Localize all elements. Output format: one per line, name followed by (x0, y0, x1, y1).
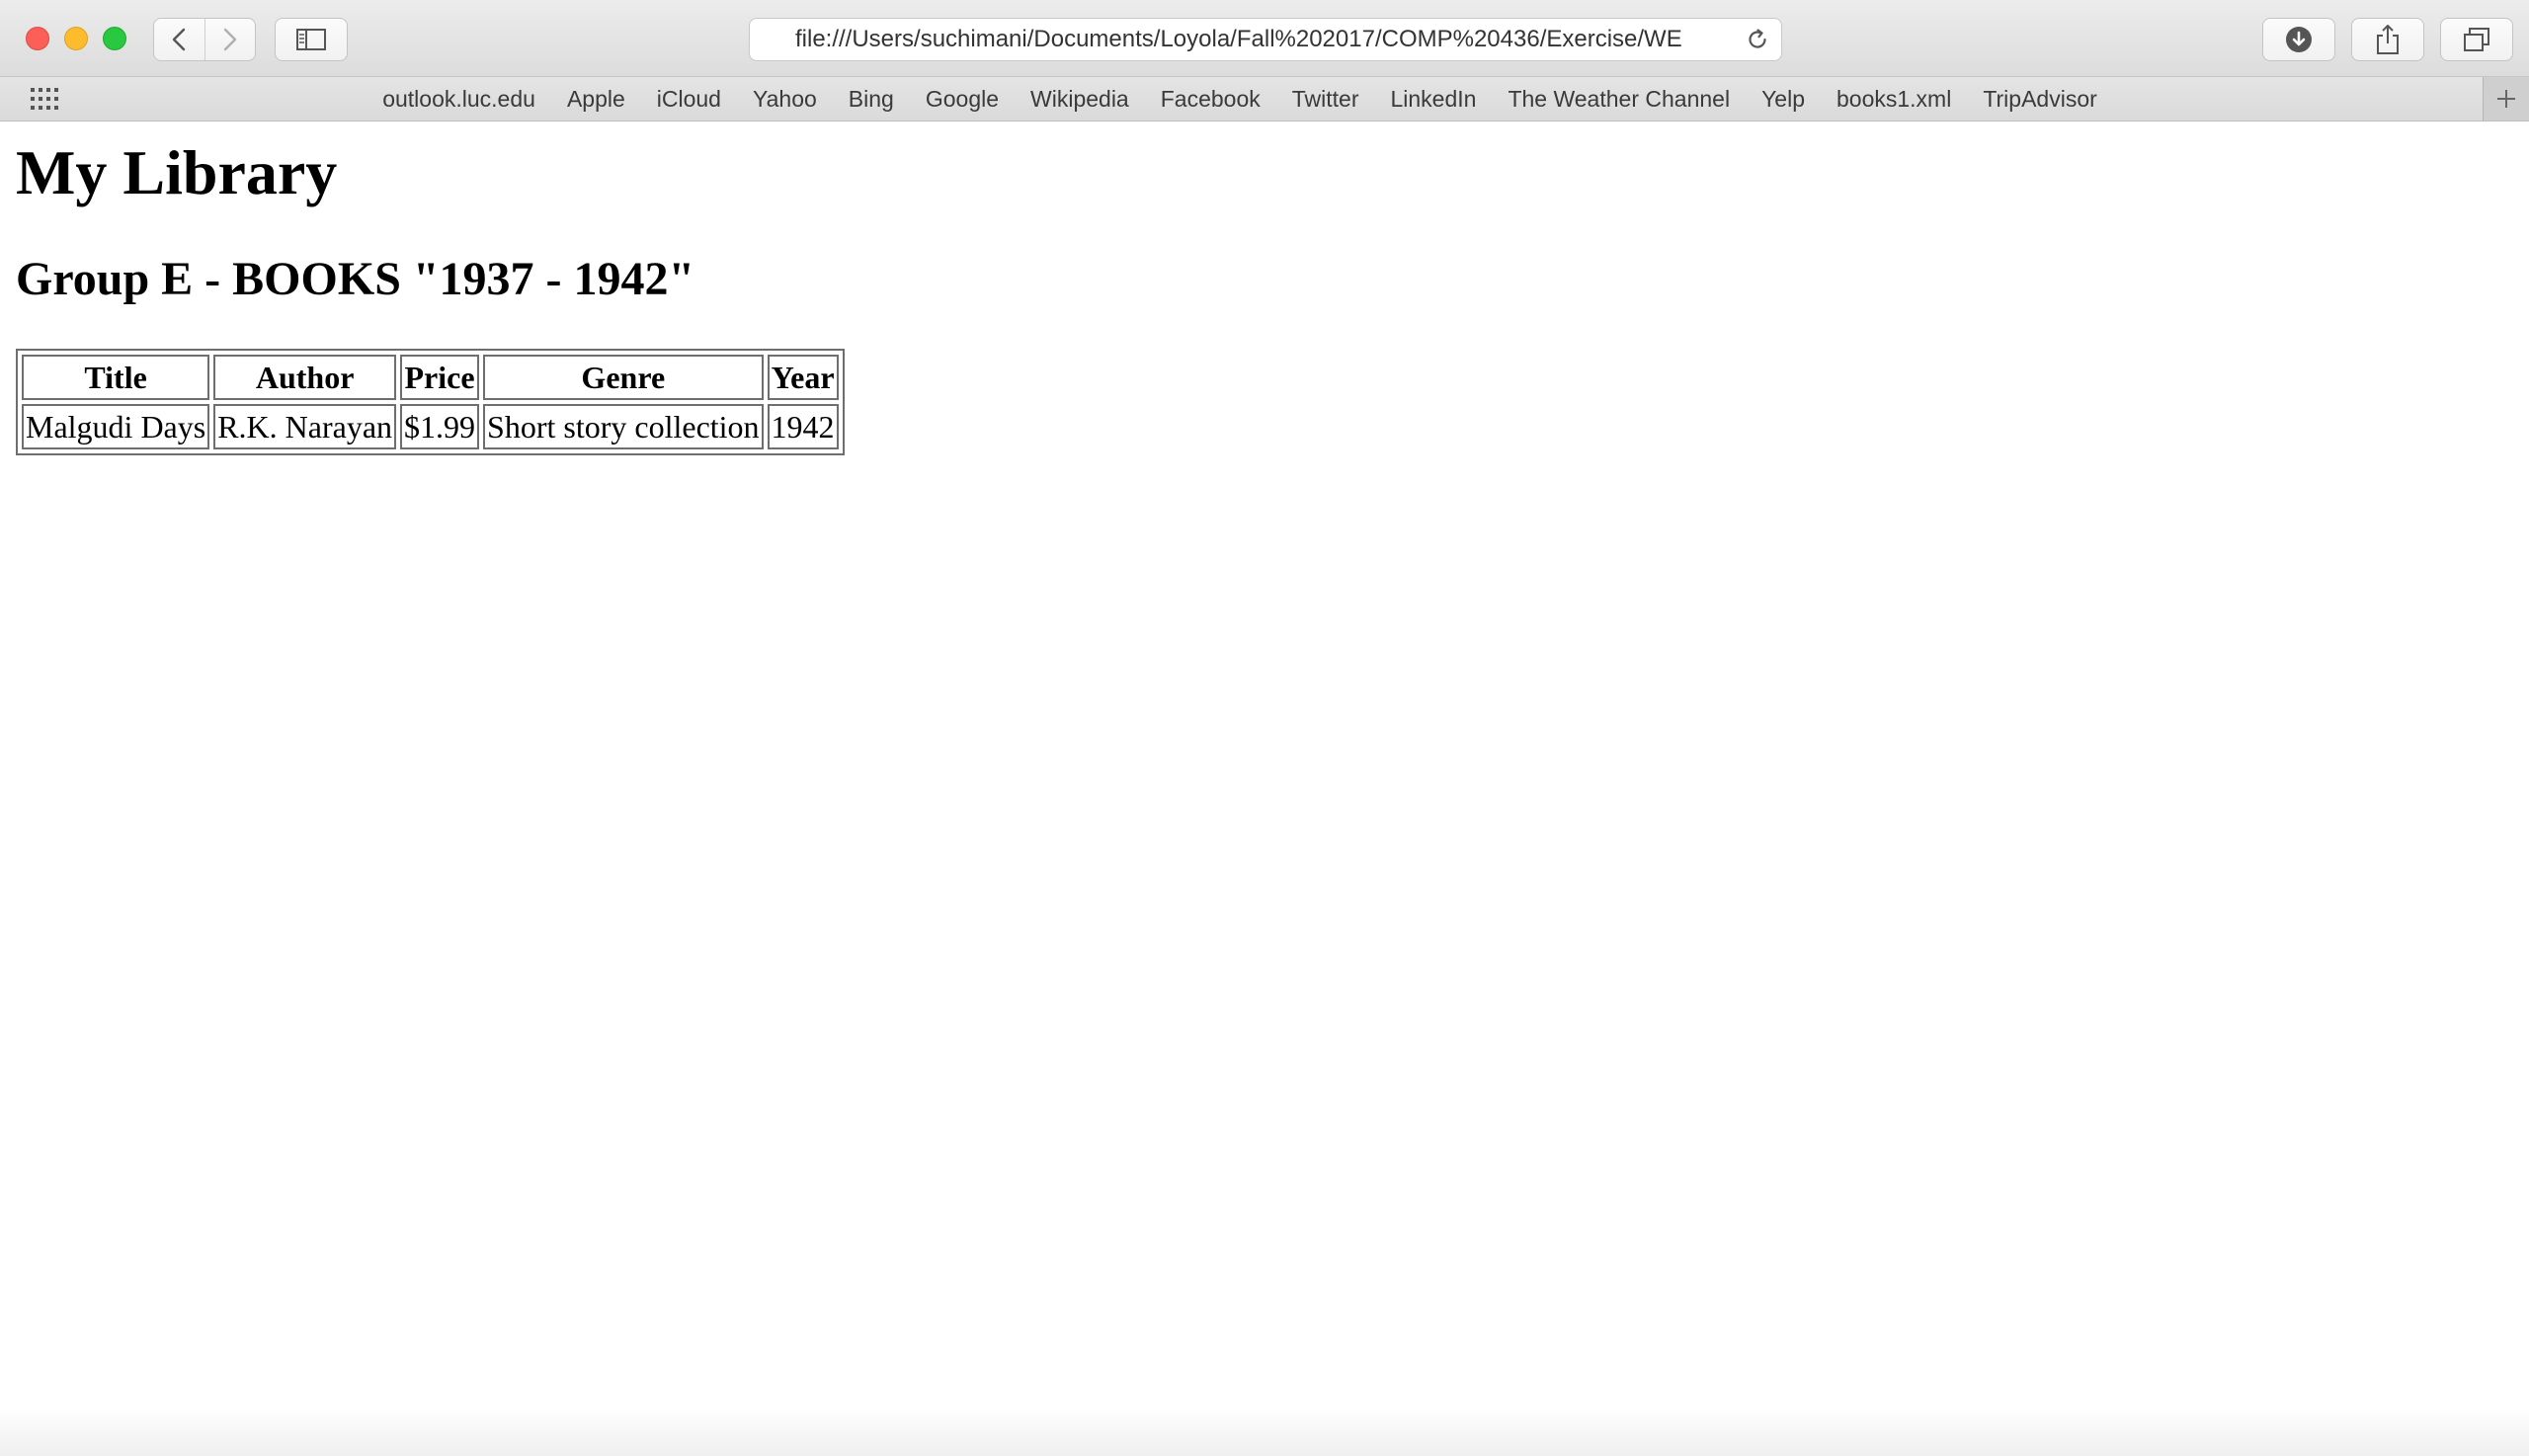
page-content: My Library Group E - BOOKS "1937 - 1942"… (0, 121, 2529, 1456)
browser-window: file:///Users/suchimani/Documents/Loyola… (0, 0, 2529, 1456)
favorite-link[interactable]: Yahoo (753, 86, 817, 113)
favorite-link[interactable]: Bing (849, 86, 894, 113)
share-button[interactable] (2351, 18, 2424, 61)
page-title: My Library (16, 137, 338, 207)
column-header: Year (767, 355, 839, 400)
back-button[interactable] (154, 19, 204, 60)
address-fade (1678, 19, 1734, 60)
chevron-left-icon (173, 28, 186, 51)
favorite-link[interactable]: books1.xml (1836, 86, 1951, 113)
table-cell: Short story collection (483, 404, 764, 449)
sidebar-button[interactable] (275, 18, 348, 61)
table-cell: 1942 (767, 404, 839, 449)
favorite-link[interactable]: Wikipedia (1030, 86, 1129, 113)
favorite-link[interactable]: Google (926, 86, 999, 113)
favorite-link[interactable]: Yelp (1761, 86, 1805, 113)
column-header: Title (22, 355, 210, 400)
window-bottom-shade (0, 1407, 2529, 1456)
favorite-link[interactable]: iCloud (657, 86, 721, 113)
minimize-window-button[interactable] (64, 27, 88, 50)
sidebar-icon (296, 29, 326, 50)
plus-icon (2497, 90, 2515, 108)
chevron-right-icon (223, 28, 236, 51)
navigation-buttons (153, 18, 256, 61)
table-cell: R.K. Narayan (213, 404, 397, 449)
address-bar[interactable]: file:///Users/suchimani/Documents/Loyola… (749, 18, 1782, 61)
maximize-window-button[interactable] (103, 27, 126, 50)
table-body: Malgudi Days R.K. Narayan $1.99 Short story… (22, 404, 839, 449)
page-subtitle: Group E - BOOKS "1937 - 1942" (16, 253, 695, 305)
favorite-link[interactable]: TripAdvisor (1983, 86, 2096, 113)
tab-overview-button[interactable] (2440, 18, 2513, 61)
table-row: Malgudi Days R.K. Narayan $1.99 Short story… (22, 404, 839, 449)
table-cell: Malgudi Days (22, 404, 210, 449)
close-window-button[interactable] (26, 27, 49, 50)
favorite-link[interactable]: LinkedIn (1390, 86, 1476, 113)
download-icon (2286, 27, 2312, 52)
favorites-list: outlook.luc.edu Apple iCloud Yahoo Bing Googl… (0, 77, 2480, 121)
reload-icon[interactable] (1746, 28, 1769, 51)
browser-toolbar: file:///Users/suchimani/Documents/Loyola… (0, 0, 2529, 77)
downloads-button[interactable] (2262, 18, 2335, 61)
favorite-link[interactable]: Twitter (1292, 86, 1359, 113)
favorite-link[interactable]: Facebook (1161, 86, 1261, 113)
column-header: Genre (483, 355, 764, 400)
share-icon (2377, 25, 2399, 54)
favorite-link[interactable]: Apple (567, 86, 625, 113)
favorite-link[interactable]: The Weather Channel (1508, 86, 1730, 113)
address-url[interactable]: file:///Users/suchimani/Documents/Loyola… (795, 19, 1730, 60)
books-table: Title Author Price Genre Year Malgudi Days R.… (16, 349, 845, 455)
favorites-bar: outlook.luc.edu Apple iCloud Yahoo Bing Googl… (0, 77, 2529, 121)
forward-button[interactable] (204, 19, 255, 60)
column-header: Price (400, 355, 480, 400)
table-header-row: Title Author Price Genre Year (22, 355, 839, 400)
column-header: Author (213, 355, 397, 400)
table-cell: $1.99 (400, 404, 480, 449)
tabs-overview-icon (2464, 28, 2489, 51)
favorite-link[interactable]: outlook.luc.edu (382, 86, 535, 113)
add-favorite-button[interactable] (2483, 77, 2529, 121)
